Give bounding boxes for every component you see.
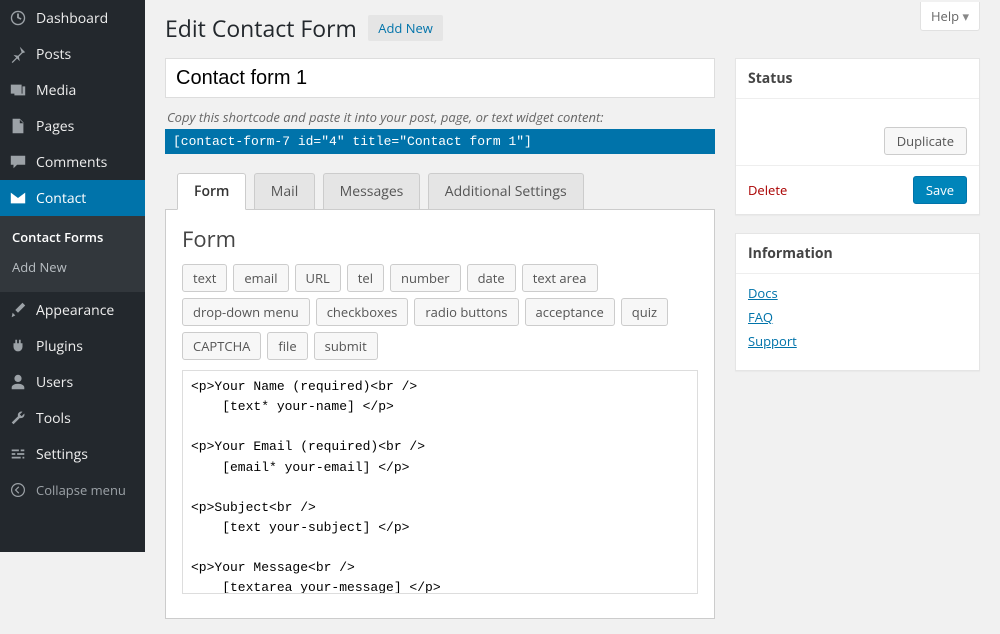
editor-tabs: Form Mail Messages Additional Settings <box>165 172 715 210</box>
side-column: Status Duplicate Delete Save Information… <box>735 58 980 619</box>
sidebar-item-media[interactable]: Media <box>0 72 145 108</box>
info-link-docs[interactable]: Docs <box>748 284 967 302</box>
main-column: Copy this shortcode and paste it into yo… <box>165 58 715 619</box>
tag-btn-date[interactable]: date <box>467 264 516 292</box>
mail-icon <box>8 188 28 208</box>
wrench-icon <box>8 408 28 428</box>
shortcode-display[interactable]: [contact-form-7 id="4" title="Contact fo… <box>165 129 715 154</box>
sliders-icon <box>8 444 28 464</box>
tag-btn-acceptance[interactable]: acceptance <box>525 298 615 326</box>
tag-btn-submit[interactable]: submit <box>314 332 378 360</box>
chevron-left-circle-icon <box>8 480 28 500</box>
tab-additional-settings[interactable]: Additional Settings <box>428 173 584 209</box>
status-box: Status Duplicate Delete Save <box>735 58 980 215</box>
form-title-input[interactable] <box>165 58 715 98</box>
collapse-label: Collapse menu <box>36 481 126 499</box>
help-tab[interactable]: Help <box>920 2 980 31</box>
sidebar-label: Users <box>36 373 73 392</box>
tag-btn-checkboxes[interactable]: checkboxes <box>316 298 409 326</box>
add-new-button[interactable]: Add New <box>368 15 443 41</box>
information-box-title: Information <box>736 234 979 274</box>
sidebar-item-appearance[interactable]: Appearance <box>0 292 145 328</box>
tag-btn-captcha[interactable]: CAPTCHA <box>182 332 261 360</box>
form-panel-heading: Form <box>182 224 698 254</box>
dashboard-icon <box>8 8 28 28</box>
info-link-support[interactable]: Support <box>748 332 967 350</box>
user-icon <box>8 372 28 392</box>
tag-btn-radio[interactable]: radio buttons <box>414 298 518 326</box>
shortcode-note: Copy this shortcode and paste it into yo… <box>167 108 715 126</box>
tag-btn-quiz[interactable]: quiz <box>621 298 668 326</box>
sidebar-label: Dashboard <box>36 9 108 28</box>
tag-btn-tel[interactable]: tel <box>347 264 384 292</box>
sidebar-label: Plugins <box>36 337 83 356</box>
tab-messages[interactable]: Messages <box>323 173 421 209</box>
info-link-faq[interactable]: FAQ <box>748 308 967 326</box>
sidebar-item-comments[interactable]: Comments <box>0 144 145 180</box>
tab-mail[interactable]: Mail <box>254 173 315 209</box>
status-box-title: Status <box>736 59 979 99</box>
sidebar-item-settings[interactable]: Settings <box>0 436 145 472</box>
media-icon <box>8 80 28 100</box>
submenu-contact-forms[interactable]: Contact Forms <box>0 222 145 252</box>
tag-btn-text[interactable]: text <box>182 264 227 292</box>
admin-sidebar: Dashboard Posts Media Pages Comments Con… <box>0 0 145 552</box>
tag-generators: text email URL tel number date text area… <box>182 264 698 360</box>
collapse-menu[interactable]: Collapse menu <box>0 472 145 508</box>
page-title: Edit Contact Form <box>165 12 357 44</box>
sidebar-label: Appearance <box>36 301 114 320</box>
sidebar-item-contact[interactable]: Contact <box>0 180 145 216</box>
save-button[interactable]: Save <box>913 176 967 204</box>
sidebar-label: Media <box>36 81 76 100</box>
sidebar-label: Comments <box>36 153 107 172</box>
page-icon <box>8 116 28 136</box>
information-box: Information Docs FAQ Support <box>735 233 980 371</box>
sidebar-item-plugins[interactable]: Plugins <box>0 328 145 364</box>
tag-btn-file[interactable]: file <box>267 332 307 360</box>
sidebar-label: Pages <box>36 117 74 136</box>
sidebar-item-users[interactable]: Users <box>0 364 145 400</box>
duplicate-button[interactable]: Duplicate <box>884 127 967 155</box>
content-area: Help Edit Contact Form Add New Copy this… <box>145 0 1000 634</box>
form-panel: Form text email URL tel number date text… <box>165 210 715 619</box>
tag-btn-number[interactable]: number <box>390 264 461 292</box>
sidebar-label: Settings <box>36 445 88 464</box>
sidebar-submenu-contact: Contact Forms Add New <box>0 216 145 292</box>
tag-btn-dropdown[interactable]: drop-down menu <box>182 298 310 326</box>
sidebar-item-dashboard[interactable]: Dashboard <box>0 0 145 36</box>
tag-btn-url[interactable]: URL <box>295 264 341 292</box>
plug-icon <box>8 336 28 356</box>
form-editor-textarea[interactable] <box>182 370 698 594</box>
sidebar-item-tools[interactable]: Tools <box>0 400 145 436</box>
sidebar-label: Contact <box>36 189 86 208</box>
tab-form[interactable]: Form <box>177 173 246 210</box>
brush-icon <box>8 300 28 320</box>
sidebar-label: Tools <box>36 409 71 428</box>
sidebar-item-pages[interactable]: Pages <box>0 108 145 144</box>
sidebar-item-posts[interactable]: Posts <box>0 36 145 72</box>
sidebar-label: Posts <box>36 45 71 64</box>
tag-btn-textarea[interactable]: text area <box>522 264 598 292</box>
pin-icon <box>8 44 28 64</box>
delete-link[interactable]: Delete <box>748 181 787 199</box>
tag-btn-email[interactable]: email <box>233 264 288 292</box>
comment-icon <box>8 152 28 172</box>
submenu-add-new[interactable]: Add New <box>0 252 145 282</box>
